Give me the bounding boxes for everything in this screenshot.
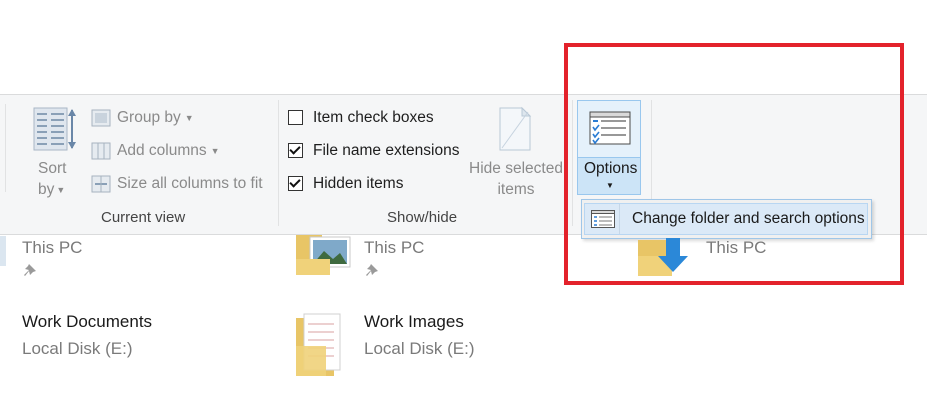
file-name-extensions-label[interactable]: File name extensions [313,142,459,160]
add-columns-chevron-icon: ▼ [210,145,220,156]
group-separator-1 [278,100,279,226]
this-pc-icon-partial [0,236,6,266]
file-name-extensions-checkbox[interactable] [288,143,303,158]
add-columns-label: Add columns [117,142,207,159]
work-images-subtitle: Local Disk (E:) [364,339,475,358]
pictures-folder-icon [296,231,352,277]
this-pc-title-1[interactable]: This PC [22,238,82,258]
sort-by-label-text: by [38,181,55,198]
sort-by-label-line2[interactable]: by ▼ [38,181,65,199]
hide-selected-label-line1: Hide selected [469,160,563,177]
group-by-chevron-icon: ▼ [184,112,194,123]
hidden-items-label[interactable]: Hidden items [313,175,403,193]
hidden-items-checkbox[interactable] [288,176,303,191]
hide-selected-items-button[interactable]: Hide selected items [469,160,563,199]
group-by-icon [91,109,111,127]
sort-by-icon [33,106,77,152]
current-view-group-label: Current view [101,209,186,226]
size-all-columns-button[interactable]: Size all columns to fit [117,175,263,193]
item-check-boxes-checkbox[interactable] [288,110,303,125]
hide-selected-items-icon [498,106,532,152]
annotation-highlight-box [564,43,904,285]
show-hide-group-label: Show/hide [387,209,458,226]
this-pc-title-2[interactable]: This PC [364,238,424,258]
ribbon-left-separator [5,104,6,192]
sort-by-chevron-icon: ▼ [56,184,66,195]
hide-selected-label-line2: items [497,181,535,198]
work-documents-title[interactable]: Work Documents [22,312,152,332]
add-columns-icon [91,142,111,160]
group-by-button[interactable]: Group by ▼ [117,109,194,127]
pin-icon-1[interactable] [23,263,37,277]
work-images-folder-icon [296,312,342,378]
work-documents-subtitle: Local Disk (E:) [22,339,133,358]
work-images-title[interactable]: Work Images [364,312,464,332]
size-columns-icon [91,175,111,193]
group-by-label: Group by [117,109,181,126]
item-check-boxes-label[interactable]: Item check boxes [313,109,434,127]
sort-by-label-line1[interactable]: Sort [38,160,66,178]
pin-icon-2[interactable] [365,263,379,277]
add-columns-button[interactable]: Add columns ▼ [117,142,220,160]
